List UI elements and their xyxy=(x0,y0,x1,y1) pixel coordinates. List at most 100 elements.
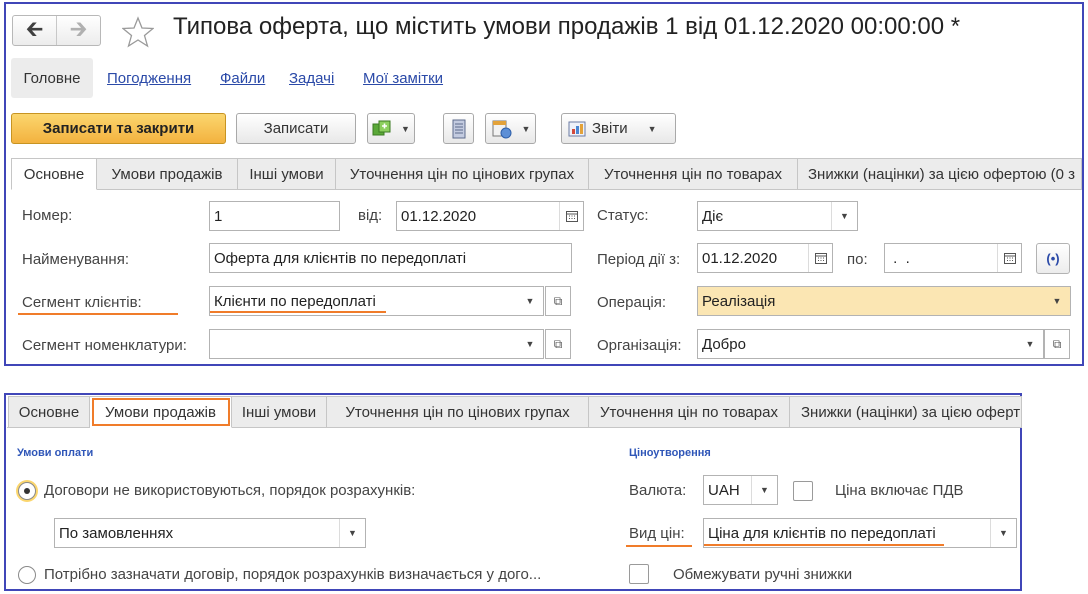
segment-value-underline xyxy=(210,311,386,313)
calendar-icon[interactable] xyxy=(808,244,832,272)
payment-order-value: По замовленнях xyxy=(59,524,174,542)
history-nav: 🡰 🡲 xyxy=(12,15,101,46)
save-and-close-button[interactable]: Записати та закрити xyxy=(11,113,226,144)
org-open-button[interactable]: ⧉ xyxy=(1044,329,1070,359)
tab-discounts[interactable]: Знижки (націнки) за цією оферт xyxy=(790,396,1022,428)
price-type-label-underline xyxy=(626,545,692,547)
name-field[interactable]: Оферта для клієнтів по передоплаті xyxy=(209,243,572,273)
nomenclature-select[interactable]: ▼ xyxy=(209,329,544,359)
operation-select[interactable]: Реалізація ▼ xyxy=(697,286,1071,316)
open-icon: ⧉ xyxy=(553,336,563,351)
radio-no-contracts-label[interactable]: Договори не використовуються, порядок ро… xyxy=(44,482,415,499)
limit-discounts-checkbox[interactable] xyxy=(629,564,649,584)
operation-value: Реалізація xyxy=(702,292,776,310)
tab-main[interactable]: Основне xyxy=(8,396,90,428)
nomenclature-open-button[interactable]: ⧉ xyxy=(545,329,571,359)
chevron-down-icon[interactable]: ▼ xyxy=(990,519,1016,547)
currency-select[interactable]: UAH ▼ xyxy=(703,475,778,505)
nav-notes-link[interactable]: Мої замітки xyxy=(363,70,443,87)
pricing-section-title: Ціноутворення xyxy=(629,447,711,459)
nomenclature-label: Сегмент номенклатури: xyxy=(22,337,187,354)
forward-button[interactable]: 🡲 xyxy=(56,16,100,45)
name-label: Найменування: xyxy=(22,251,129,268)
period-toggle-button[interactable]: (•) xyxy=(1036,243,1070,274)
period-from-field[interactable]: 01.12.2020 xyxy=(697,243,833,273)
document-list-icon xyxy=(452,119,465,138)
save-button[interactable]: Записати xyxy=(236,113,356,144)
calendar-icon[interactable] xyxy=(559,202,583,230)
number-value: 1 xyxy=(214,207,223,225)
number-field[interactable]: 1 xyxy=(209,201,340,231)
limit-discounts-label[interactable]: Обмежувати ручні знижки xyxy=(673,566,852,583)
print-icon xyxy=(492,120,512,138)
name-value: Оферта для клієнтів по передоплаті xyxy=(214,249,467,267)
tab-discounts[interactable]: Знижки (націнки) за цією офертою (0 з xyxy=(798,158,1082,190)
tab-price-groups[interactable]: Уточнення цін по цінових групах xyxy=(327,396,589,428)
bottom-tab-strip: Основне Умови продажів Інші умови Уточне… xyxy=(8,396,1022,428)
period-label: Період дії з: xyxy=(597,251,681,268)
chevron-down-icon[interactable]: ▼ xyxy=(1017,330,1043,358)
number-label: Номер: xyxy=(22,207,73,224)
price-type-value: Ціна для клієнтів по передоплаті xyxy=(708,524,936,542)
segment-label: Сегмент клієнтів: xyxy=(22,294,142,311)
print-button[interactable]: ▼ xyxy=(485,113,536,144)
currency-value: UAH xyxy=(708,481,740,499)
date-label: від: xyxy=(358,207,383,224)
top-tab-strip: Основне Умови продажів Інші умови Уточне… xyxy=(11,158,1082,190)
back-button[interactable]: 🡰 xyxy=(13,16,56,45)
tab-price-products[interactable]: Уточнення цін по товарах xyxy=(589,396,790,428)
tab-other-terms[interactable]: Інші умови xyxy=(232,396,327,428)
org-label: Організація: xyxy=(597,337,682,354)
date-field[interactable]: 01.12.2020 xyxy=(396,201,584,231)
chevron-down-icon[interactable]: ▼ xyxy=(517,330,543,358)
date-value: 01.12.2020 xyxy=(401,207,477,225)
tab-price-products[interactable]: Уточнення цін по товарах xyxy=(589,158,798,190)
vat-included-label[interactable]: Ціна включає ПДВ xyxy=(835,482,964,499)
chevron-down-icon[interactable]: ▼ xyxy=(751,476,777,504)
period-to-field[interactable]: . . xyxy=(884,243,1022,273)
price-type-label: Вид цін: xyxy=(629,525,685,542)
period-to-label: по: xyxy=(847,251,868,268)
payment-section-title: Умови оплати xyxy=(17,447,94,459)
create-based-on-icon xyxy=(372,120,391,135)
chevron-down-icon[interactable]: ▼ xyxy=(831,202,857,230)
tab-main[interactable]: Основне xyxy=(11,158,97,190)
chevron-down-icon[interactable]: ▼ xyxy=(517,287,543,315)
segment-value: Клієнти по передоплаті xyxy=(214,292,376,310)
open-icon: ⧉ xyxy=(1052,336,1062,351)
calendar-icon[interactable] xyxy=(997,244,1021,272)
nav-tasks-link[interactable]: Задачі xyxy=(289,70,334,87)
create-based-on-button[interactable]: ▼ xyxy=(367,113,415,144)
currency-label: Валюта: xyxy=(629,482,687,499)
status-label: Статус: xyxy=(597,207,649,224)
nav-files-link[interactable]: Файли xyxy=(220,70,265,87)
nav-approval-link[interactable]: Погодження xyxy=(107,70,191,87)
tab-sales-terms[interactable]: Умови продажів xyxy=(97,158,238,190)
radio-contract-required[interactable] xyxy=(18,566,36,584)
nav-main[interactable]: Головне xyxy=(11,58,93,98)
radio-contract-required-label[interactable]: Потрібно зазначати договір, порядок розр… xyxy=(44,566,541,583)
chevron-down-icon: ▼ xyxy=(647,123,657,134)
tab-price-groups[interactable]: Уточнення цін по цінових групах xyxy=(336,158,589,190)
signal-icon: (•) xyxy=(1046,251,1060,266)
document-list-button[interactable] xyxy=(443,113,474,144)
tab-sales-terms[interactable]: Умови продажів xyxy=(90,396,232,428)
reports-label: Звіти xyxy=(592,120,628,137)
tab-other-terms[interactable]: Інші умови xyxy=(238,158,336,190)
arrow-right-icon: 🡲 xyxy=(69,15,88,41)
payment-order-select[interactable]: По замовленнях ▼ xyxy=(54,518,366,548)
chevron-down-icon[interactable]: ▼ xyxy=(1044,287,1070,315)
favorite-star-icon[interactable] xyxy=(121,16,155,48)
arrow-left-icon: 🡰 xyxy=(25,15,44,41)
chevron-down-icon[interactable]: ▼ xyxy=(339,519,365,547)
status-select[interactable]: Діє ▼ xyxy=(697,201,858,231)
page-title: Типова оферта, що містить умови продажів… xyxy=(173,13,961,40)
org-value: Добро xyxy=(702,335,746,353)
segment-open-button[interactable]: ⧉ xyxy=(545,286,571,316)
radio-no-contracts[interactable] xyxy=(18,482,36,500)
period-from-value: 01.12.2020 xyxy=(702,249,778,267)
org-select[interactable]: Добро ▼ xyxy=(697,329,1044,359)
reports-button[interactable]: Звіти ▼ xyxy=(561,113,676,144)
period-to-value: . . xyxy=(889,249,910,267)
vat-included-checkbox[interactable] xyxy=(793,481,813,501)
